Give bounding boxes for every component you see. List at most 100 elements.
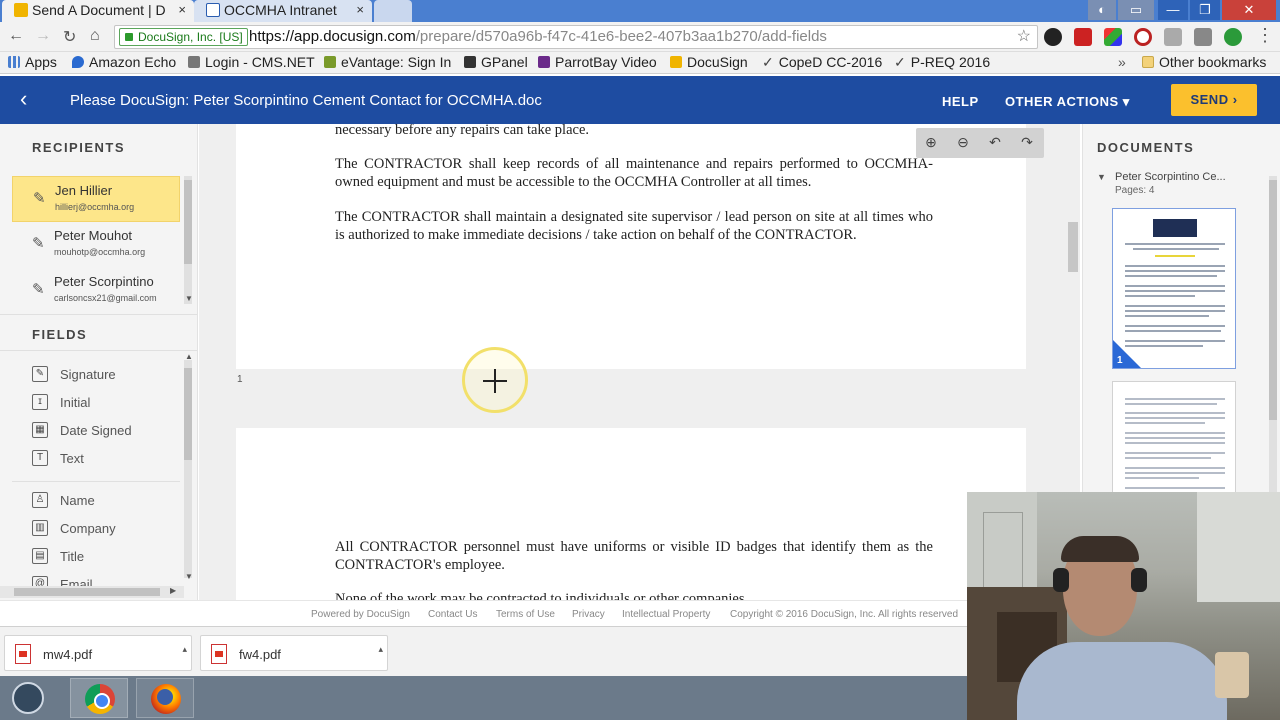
fields-scrollbar[interactable] xyxy=(184,360,192,578)
zoom-in-icon[interactable]: ⊕ xyxy=(922,134,940,152)
field-label: Title xyxy=(60,549,85,564)
webcam-overlay xyxy=(967,492,1280,720)
pdf-file-icon xyxy=(211,644,227,664)
tab-occmha-intranet[interactable]: OCCMHA Intranet × xyxy=(194,0,372,22)
tab-title: OCCMHA Intranet xyxy=(224,2,337,18)
bookmark-amazon-echo[interactable]: Amazon Echo xyxy=(72,54,176,70)
tab-title: Send A Document | D xyxy=(32,2,166,18)
tab-close-icon[interactable]: × xyxy=(178,2,186,17)
recipient-peter-scorpintino[interactable]: ✎ Peter Scorpintino carlsoncsx21@gmail.c… xyxy=(12,268,180,314)
footer-terms-of-use[interactable]: Terms of Use xyxy=(496,609,555,620)
help-link[interactable]: HELP xyxy=(942,94,979,109)
tab-close-icon[interactable]: × xyxy=(356,2,364,17)
docusign-icon xyxy=(670,56,682,68)
apps-grid-icon xyxy=(8,56,20,68)
address-bar[interactable]: DocuSign, Inc. [US] https://app.docusign… xyxy=(114,25,1038,49)
documents-scrollbar-thumb[interactable] xyxy=(1269,180,1277,420)
bookmark-evantage[interactable]: eVantage: Sign In xyxy=(324,54,451,70)
collapse-triangle-icon[interactable]: ▼ xyxy=(1097,172,1106,182)
profile-icon[interactable]: ◐ xyxy=(1088,0,1116,20)
recipient-peter-mouhot[interactable]: ✎ Peter Mouhot mouhotp@occmha.org xyxy=(12,222,180,268)
recipients-scrollbar-thumb[interactable] xyxy=(184,180,192,264)
intranet-favicon-icon xyxy=(206,3,220,17)
scroll-up-arrow-icon[interactable]: ▲ xyxy=(185,352,193,361)
forward-arrow-icon[interactable]: → xyxy=(35,27,51,45)
back-arrow-icon[interactable]: ← xyxy=(8,27,24,45)
document-title: Please DocuSign: Peter Scorpintino Cemen… xyxy=(70,92,542,109)
headset-right-icon xyxy=(1131,568,1147,592)
footer-powered-by[interactable]: Powered by DocuSign xyxy=(311,609,410,620)
green-extension-icon[interactable] xyxy=(1224,28,1242,46)
recipients-scrollbar[interactable] xyxy=(184,176,192,304)
bookmark-docusign[interactable]: DocuSign xyxy=(670,54,748,70)
send-button[interactable]: SEND › xyxy=(1171,84,1257,116)
start-button[interactable] xyxy=(12,682,44,714)
close-window-button[interactable]: ✕ xyxy=(1222,0,1276,20)
bookmark-apps[interactable]: Apps xyxy=(8,54,57,70)
scroll-down-arrow-icon[interactable]: ▼ xyxy=(185,294,193,303)
secure-badge[interactable]: DocuSign, Inc. [US] xyxy=(119,28,248,46)
horizontal-scrollbar-thumb[interactable] xyxy=(14,588,160,596)
download-item-fw4[interactable]: fw4.pdf ▴ xyxy=(200,635,388,671)
thumbnail-logo xyxy=(1153,219,1197,237)
footer-privacy[interactable]: Privacy xyxy=(572,609,605,620)
rotate-left-icon[interactable]: ↶ xyxy=(986,134,1004,152)
maximize-button[interactable]: ❐ xyxy=(1190,0,1220,20)
document-canvas[interactable]: necessary before any repairs can take pl… xyxy=(199,124,1080,600)
other-bookmarks-folder[interactable]: Other bookmarks xyxy=(1142,54,1266,70)
document-name[interactable]: Peter Scorpintino Ce... xyxy=(1115,171,1226,183)
fields-scrollbar-thumb[interactable] xyxy=(184,368,192,460)
other-actions-menu[interactable]: OTHER ACTIONS ▾ xyxy=(1005,94,1130,110)
download-item-mw4[interactable]: mw4.pdf ▴ xyxy=(4,635,192,671)
bookmarks-bar: Apps Amazon Echo Login - CMS.NET eVantag… xyxy=(0,52,1280,74)
page1-paragraph: necessary before any repairs can take pl… xyxy=(335,124,590,138)
document-page-2[interactable]: All CONTRACTOR personnel must have unifo… xyxy=(236,428,1026,600)
home-icon[interactable]: ⌂ xyxy=(90,27,100,45)
back-chevron-icon[interactable]: ‹ xyxy=(20,86,27,112)
zoom-out-icon[interactable]: ⊖ xyxy=(954,134,972,152)
horizontal-scrollbar[interactable]: ▶ xyxy=(0,586,184,598)
bookmark-coped[interactable]: ✓ CopeD CC-2016 xyxy=(762,54,882,71)
grey-extension-icon[interactable] xyxy=(1164,28,1182,46)
bookmarks-overflow-chevron-icon[interactable]: » xyxy=(1118,54,1126,70)
thumbnail-page-number: 1 xyxy=(1117,355,1123,366)
color-extension-icon[interactable] xyxy=(1104,28,1122,46)
bookmark-star-icon[interactable]: ☆ xyxy=(1017,26,1031,48)
footer-contact-us[interactable]: Contact Us xyxy=(428,609,477,620)
document-page-1[interactable]: necessary before any repairs can take pl… xyxy=(236,124,1026,369)
taskbar-chrome[interactable] xyxy=(70,678,128,718)
tab-send-a-document[interactable]: Send A Document | D × xyxy=(2,0,194,22)
crosshair-cursor-icon xyxy=(494,369,496,393)
minimize-button[interactable]: — xyxy=(1158,0,1188,20)
bookmark-login-cms[interactable]: Login - CMS.NET xyxy=(188,54,315,70)
recipient-jen-hillier[interactable]: ✎ Jen Hillier hillierj@occmha.org xyxy=(12,176,180,222)
page2-paragraph: None of the work may be contracted to in… xyxy=(335,591,745,600)
coffee-cup xyxy=(1215,652,1249,698)
taskbar-firefox[interactable] xyxy=(136,678,194,718)
reload-icon[interactable]: ↻ xyxy=(63,27,76,47)
bookmark-gpanel[interactable]: GPanel xyxy=(464,54,528,70)
scroll-down-arrow-icon[interactable]: ▼ xyxy=(185,572,193,581)
record-extension-icon[interactable] xyxy=(1134,28,1152,46)
download-menu-caret-icon[interactable]: ▴ xyxy=(182,644,187,655)
rotate-right-icon[interactable]: ↷ xyxy=(1018,134,1036,152)
fields-heading: FIELDS xyxy=(32,327,88,342)
bookmark-preq[interactable]: ✓ P-REQ 2016 xyxy=(894,54,990,71)
amazon-extension-icon[interactable] xyxy=(1044,28,1062,46)
cast-icon[interactable]: ▭ xyxy=(1118,0,1154,20)
signature-icon: ✎ xyxy=(32,366,48,382)
grid-extension-icon[interactable] xyxy=(1074,28,1092,46)
page-thumbnail-1[interactable]: 1 xyxy=(1112,208,1236,369)
footer-intellectual-property[interactable]: Intellectual Property xyxy=(622,609,710,620)
documents-heading: DOCUMENTS xyxy=(1097,140,1195,155)
new-tab-button[interactable] xyxy=(374,0,412,22)
document-scrollbar-thumb[interactable] xyxy=(1068,222,1078,272)
scroll-right-arrow-icon[interactable]: ▶ xyxy=(170,586,176,595)
calendar-icon: ▦ xyxy=(32,422,48,438)
bookmark-parrotbay-video[interactable]: ParrotBay Video xyxy=(538,54,657,70)
pocket-extension-icon[interactable] xyxy=(1194,28,1212,46)
menu-icon[interactable]: ⋮ xyxy=(1256,25,1274,46)
page-number: 1 xyxy=(237,374,243,385)
download-menu-caret-icon[interactable]: ▴ xyxy=(378,644,383,655)
url-text[interactable]: https://app.docusign.com/prepare/d570a96… xyxy=(249,26,827,48)
